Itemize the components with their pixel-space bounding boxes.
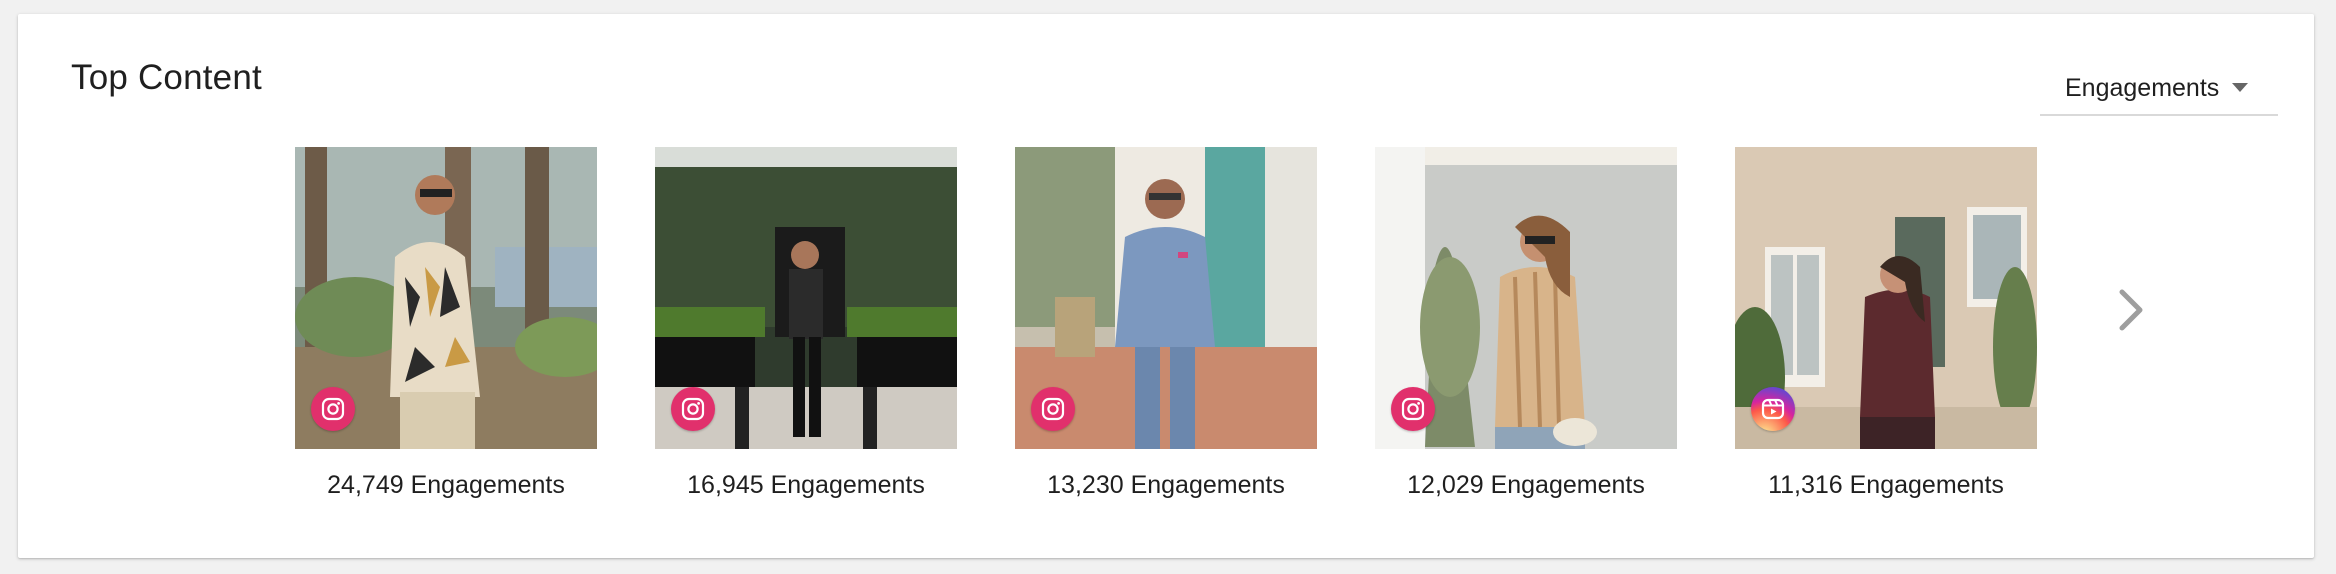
instagram-icon xyxy=(311,387,355,431)
post-thumbnail[interactable] xyxy=(655,147,957,449)
chevron-down-icon xyxy=(2232,83,2248,92)
chevron-right-icon xyxy=(2119,289,2143,331)
instagram-icon xyxy=(1031,387,1075,431)
engagements-count: 13,230 Engagements xyxy=(1047,471,1285,499)
content-item[interactable]: 12,029 Engagements xyxy=(1375,147,1677,500)
engagements-count: 11,316 Engagements xyxy=(1768,471,2004,499)
post-thumbnail[interactable] xyxy=(1015,147,1317,449)
content-item[interactable]: 11,316 Engagements xyxy=(1735,147,2037,500)
post-thumbnail[interactable] xyxy=(295,147,597,449)
post-thumbnail[interactable] xyxy=(1735,147,2037,449)
sort-metric-dropdown[interactable]: Engagements xyxy=(2040,58,2278,116)
content-item[interactable]: 16,945 Engagements xyxy=(655,147,957,500)
engagements-count: 12,029 Engagements xyxy=(1407,471,1645,499)
engagements-count: 24,749 Engagements xyxy=(327,471,565,499)
instagram-icon xyxy=(671,387,715,431)
instagram-icon xyxy=(1391,387,1435,431)
engagements-count: 16,945 Engagements xyxy=(687,471,925,499)
instagram-reels-icon xyxy=(1751,387,1795,431)
content-item[interactable]: 13,230 Engagements xyxy=(1015,147,1317,500)
post-thumbnail[interactable] xyxy=(1375,147,1677,449)
card-title: Top Content xyxy=(71,58,262,97)
top-content-card: Top Content Engagements 24,749 Engagemen… xyxy=(18,14,2314,558)
sort-metric-value: Engagements xyxy=(2065,74,2220,102)
content-item[interactable]: 24,749 Engagements xyxy=(295,147,597,500)
next-page-button[interactable] xyxy=(2104,284,2156,336)
